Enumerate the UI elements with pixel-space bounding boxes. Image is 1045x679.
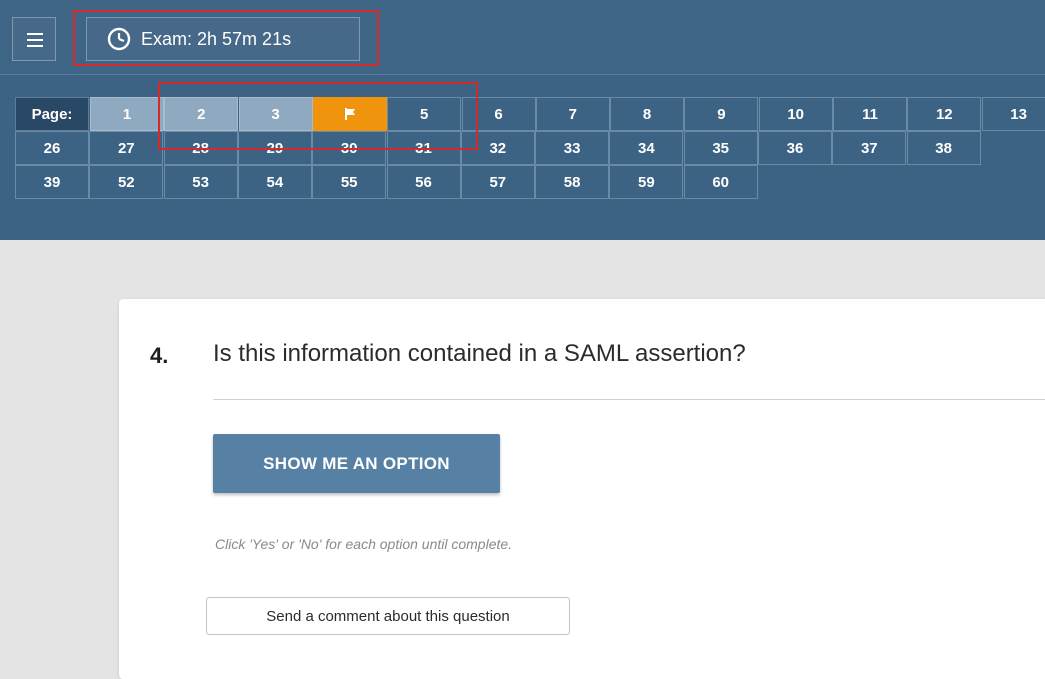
page-button-label: 3 (271, 105, 280, 123)
page-button-label: 59 (638, 173, 655, 191)
stopwatch-icon (107, 27, 131, 51)
page-button[interactable]: 9 (684, 97, 759, 131)
page-button[interactable]: 10 (758, 97, 833, 131)
hamburger-icon (27, 33, 43, 47)
page-button-label: 56 (415, 173, 432, 191)
page-button-label: 60 (712, 173, 730, 191)
page-button-label: 27 (117, 139, 135, 157)
page-button-label: 53 (192, 173, 209, 191)
page-button[interactable]: 36 (758, 131, 832, 165)
page-button[interactable]: 27 (89, 131, 164, 165)
flag-icon (344, 108, 355, 120)
page-button[interactable]: 33 (535, 131, 610, 165)
show-option-button[interactable]: SHOW ME AN OPTION (213, 434, 500, 493)
page-button-label: 39 (43, 173, 61, 191)
page-button-label: 33 (563, 139, 581, 157)
page-button-label: 2 (197, 105, 206, 123)
send-comment-button[interactable]: Send a comment about this question (206, 597, 570, 635)
page-button-label: 10 (787, 105, 805, 123)
page-button[interactable]: 26 (15, 131, 89, 165)
page-button-label: 7 (568, 105, 577, 123)
page-button-label: 11 (862, 105, 878, 123)
instruction-hint: Click 'Yes' or 'No' for each option unti… (215, 536, 513, 552)
page-button[interactable]: 58 (535, 165, 610, 199)
exam-timer[interactable]: Exam: 2h 57m 21s (86, 17, 360, 61)
page-button[interactable]: 6 (461, 97, 536, 131)
page-button-label: 52 (117, 173, 135, 191)
question-number: 4. (150, 343, 169, 368)
page-button[interactable]: 39 (15, 165, 89, 199)
page-button-label: 5 (420, 105, 429, 123)
page-button[interactable]: 5 (387, 97, 462, 131)
page-button[interactable]: 3 (238, 97, 313, 131)
page-button-label: 12 (935, 105, 953, 123)
divider (213, 399, 1045, 400)
page-button[interactable]: 60 (683, 165, 758, 199)
page-button-label: 34 (638, 139, 655, 157)
page-button[interactable]: 56 (386, 165, 461, 199)
page-button-label: 35 (712, 139, 730, 157)
page-button-label: 54 (266, 173, 284, 191)
page-button[interactable]: 7 (535, 97, 610, 131)
timer-label: Exam: 2h 57m 21s (141, 28, 292, 49)
page-button-label: 55 (340, 173, 358, 191)
page-button[interactable]: 52 (89, 165, 164, 199)
page-button[interactable]: 57 (460, 165, 535, 199)
page-button[interactable]: 53 (163, 165, 238, 199)
page-button-label: 29 (266, 139, 284, 157)
page-button-label: 13 (1010, 105, 1027, 123)
page-button[interactable]: 32 (460, 131, 535, 165)
page-button[interactable]: 11 (833, 97, 907, 131)
page-button-label: 8 (642, 105, 652, 123)
page-button[interactable]: 13 (981, 97, 1045, 131)
page-button[interactable]: 38 (906, 131, 981, 165)
page-button[interactable]: 31 (386, 131, 461, 165)
page-button-label: 6 (494, 105, 503, 123)
page-button[interactable]: 1 (90, 97, 164, 131)
page-button[interactable]: 8 (610, 97, 685, 131)
page-button[interactable]: 59 (609, 165, 684, 199)
page-button[interactable] (312, 97, 387, 131)
page-button-label: 26 (43, 139, 61, 157)
page-button[interactable]: 29 (237, 131, 312, 165)
page-button-label: 38 (935, 139, 952, 157)
question-text: Is this information contained in a SAML … (213, 340, 746, 367)
page-button[interactable]: 55 (312, 165, 387, 199)
page-label: Page: (15, 97, 89, 131)
page-button-label: 28 (192, 139, 209, 157)
page-button-label: 57 (489, 173, 507, 191)
page-button[interactable]: 30 (312, 131, 387, 165)
page-button[interactable]: 34 (609, 131, 684, 165)
page-button[interactable]: 28 (163, 131, 238, 165)
page-button-label: 58 (563, 173, 581, 191)
page-button-label: 9 (717, 105, 726, 123)
page-button[interactable]: 37 (832, 131, 907, 165)
page-button[interactable]: 12 (907, 97, 982, 131)
page-button-label: 37 (860, 139, 878, 157)
page-button-label: 32 (489, 139, 507, 157)
page-button-label: 30 (340, 139, 358, 157)
page-button-label: 1 (122, 105, 132, 123)
page-button[interactable]: 2 (164, 97, 239, 131)
page-button-label: 36 (786, 139, 804, 157)
page-button[interactable]: 54 (237, 165, 312, 199)
page-button[interactable]: 35 (683, 131, 758, 165)
menu-button[interactable] (12, 17, 56, 61)
page-button-label: 31 (415, 139, 432, 157)
